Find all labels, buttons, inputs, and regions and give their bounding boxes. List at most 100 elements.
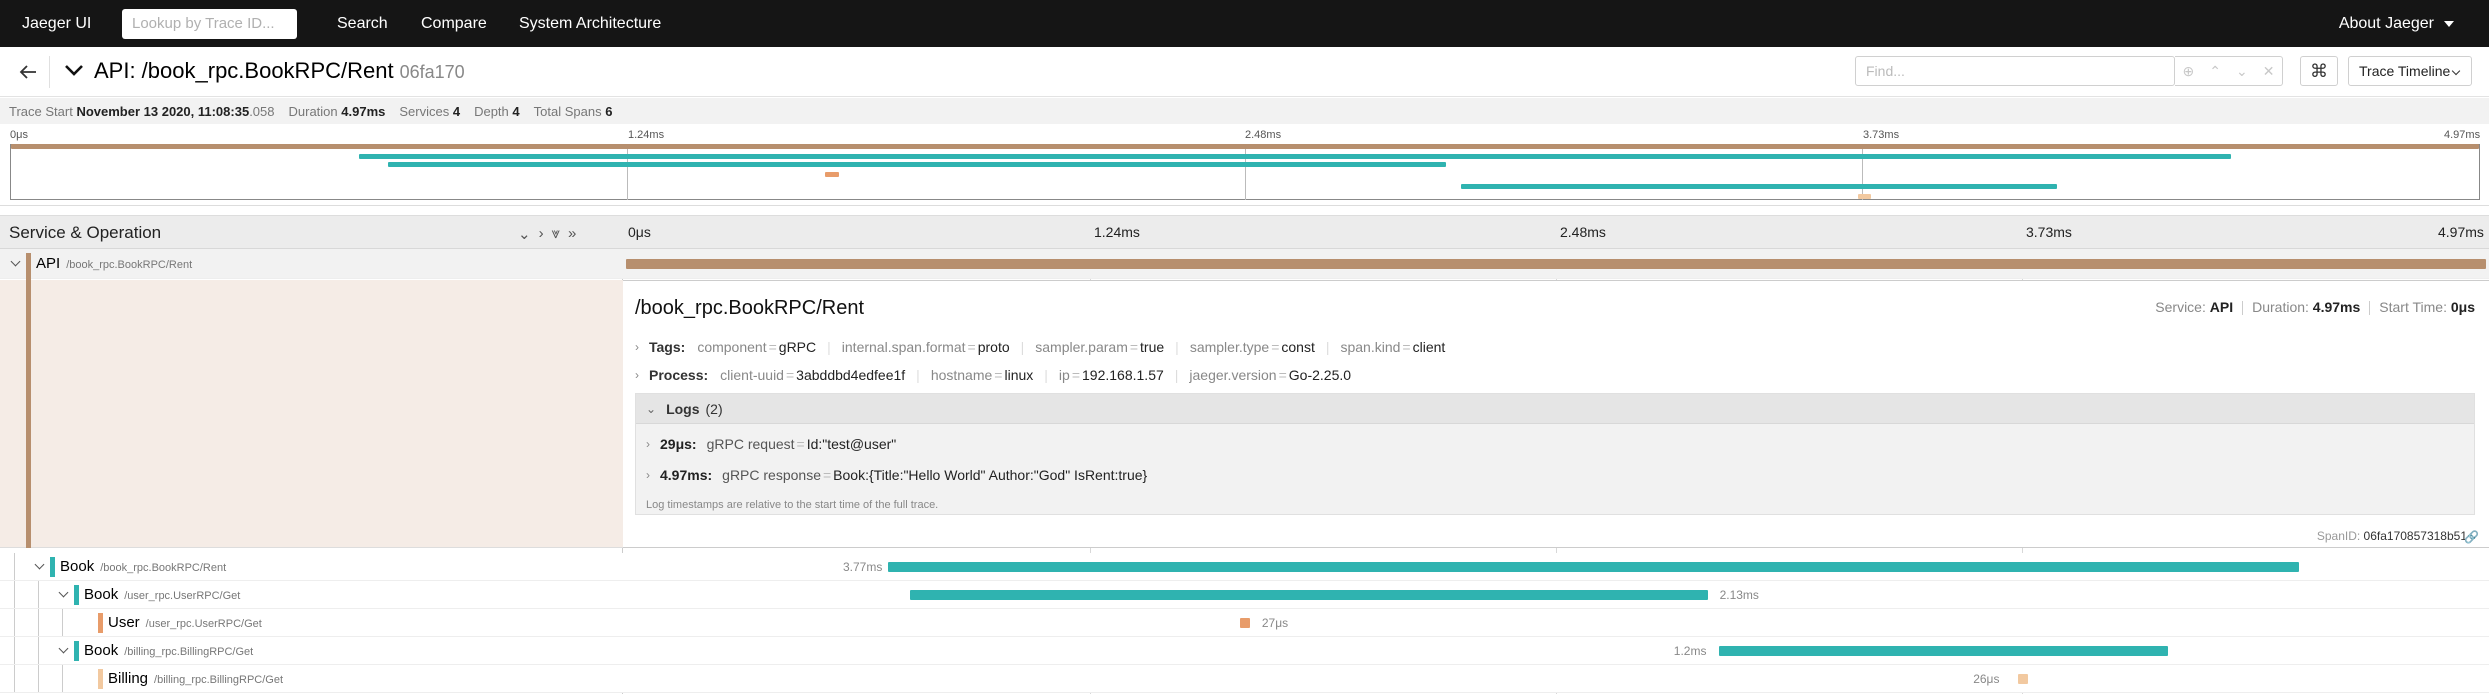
collapse-one-icon[interactable]: ⌄ bbox=[518, 225, 531, 243]
collapse-all-icon[interactable]: ⩔ bbox=[552, 225, 560, 243]
span-label[interactable]: Book/book_rpc.BookRPC/Rent bbox=[60, 558, 226, 576]
kv-equals: = bbox=[967, 339, 976, 355]
chevron-right-icon: › bbox=[635, 368, 639, 382]
depth-value: 4 bbox=[512, 103, 520, 119]
span-duration-label: 3.77ms bbox=[842, 560, 883, 574]
timeline-tick: 4.97ms bbox=[2438, 224, 2484, 240]
minimap-gridline bbox=[1245, 144, 1246, 200]
kv-equals: = bbox=[1271, 339, 1280, 355]
trace-id-lookup-input[interactable] bbox=[122, 8, 297, 39]
span-row[interactable]: API/book_rpc.BookRPC/Rent bbox=[0, 249, 2489, 279]
about-jaeger-menu[interactable]: About Jaeger bbox=[2338, 15, 2454, 33]
trace-start-ms: .058 bbox=[249, 103, 275, 119]
logs-header[interactable]: ⌄ Logs (2) bbox=[636, 394, 2474, 424]
span-duration-label: 27μs bbox=[1261, 616, 1289, 630]
span-label[interactable]: Billing/billing_rpc.BillingRPC/Get bbox=[108, 670, 283, 688]
nav-search-link[interactable]: Search bbox=[337, 15, 388, 33]
span-label[interactable]: User/user_rpc.UserRPC/Get bbox=[108, 614, 262, 632]
span-detail-panel: /book_rpc.BookRPC/Rent Service: API Durat… bbox=[623, 280, 2489, 548]
tree-guide bbox=[62, 665, 63, 692]
kv-key: jaeger.version bbox=[1189, 367, 1277, 383]
span-service: API bbox=[36, 255, 61, 272]
span-bar[interactable] bbox=[2018, 674, 2028, 684]
trace-minimap[interactable]: 0μs 1.24ms 2.48ms 3.73ms 4.97ms bbox=[0, 124, 2489, 206]
span-duration-label: 1.2ms bbox=[1673, 644, 1707, 658]
span-row[interactable]: Book/book_rpc.BookRPC/Rent 3.77ms bbox=[0, 553, 2489, 581]
next-match-icon[interactable]: ⌄ bbox=[2236, 63, 2248, 80]
expand-one-icon[interactable]: › bbox=[539, 225, 544, 243]
span-operation: /user_rpc.UserRPC/Get bbox=[145, 618, 262, 630]
kv-equals: = bbox=[994, 367, 1003, 383]
link-icon[interactable]: 🔗 bbox=[2464, 530, 2479, 544]
span-operation: /book_rpc.BookRPC/Rent bbox=[66, 259, 193, 271]
span-operation: /book_rpc.BookRPC/Rent bbox=[100, 562, 227, 574]
process-label: Process: bbox=[649, 367, 709, 383]
back-button[interactable] bbox=[6, 56, 50, 88]
trace-total-spans: Total Spans 6 bbox=[534, 104, 613, 119]
span-row[interactable]: Billing/billing_rpc.BillingRPC/Get 26μs bbox=[0, 665, 2489, 693]
chevron-down-icon[interactable] bbox=[34, 559, 45, 570]
expand-all-icon[interactable]: » bbox=[568, 225, 576, 243]
span-label[interactable]: API/book_rpc.BookRPC/Rent bbox=[36, 255, 192, 273]
view-mode-dropdown[interactable]: Trace Timeline bbox=[2348, 56, 2472, 86]
nav-compare-link[interactable]: Compare bbox=[421, 15, 487, 33]
prev-match-icon[interactable]: ⌃ bbox=[2209, 63, 2221, 80]
kv-value: 3abddbd4edfee1f bbox=[796, 367, 906, 383]
minimap-tick: 0μs bbox=[10, 129, 28, 141]
nav-system-architecture-link[interactable]: System Architecture bbox=[519, 15, 661, 33]
locate-icon[interactable]: ⊕ bbox=[2183, 63, 2195, 80]
span-bar[interactable] bbox=[1239, 618, 1250, 628]
span-label[interactable]: Book/user_rpc.UserRPC/Get bbox=[84, 586, 240, 604]
span-bar[interactable] bbox=[1718, 646, 2168, 656]
total-spans-value: 6 bbox=[605, 103, 613, 119]
span-bar[interactable] bbox=[887, 562, 2299, 572]
trace-start: Trace Start November 13 2020, 11:08:35.0… bbox=[9, 104, 275, 119]
minimap-span-bar bbox=[358, 154, 2231, 159]
kv-key: sampler.param bbox=[1035, 339, 1128, 355]
trace-id-short: 06fa170 bbox=[399, 62, 465, 82]
find-in-trace-input[interactable] bbox=[1855, 56, 2175, 86]
tags-section[interactable]: › Tags: component = gRPC | internal.span.for… bbox=[635, 339, 1445, 355]
brand-logo[interactable]: Jaeger UI bbox=[22, 15, 122, 33]
trace-summary-bar: Trace Start November 13 2020, 11:08:35.0… bbox=[0, 98, 2489, 124]
span-row[interactable]: Book/user_rpc.UserRPC/Get 2.13ms bbox=[0, 581, 2489, 609]
arrow-left-icon bbox=[19, 65, 36, 79]
kv-separator: | bbox=[1044, 367, 1048, 383]
minimap-tick: 4.97ms bbox=[2444, 129, 2481, 141]
kv-key: span.kind bbox=[1340, 339, 1401, 355]
chevron-down-icon: ⌄ bbox=[646, 401, 657, 416]
trace-title: API: /book_rpc.BookRPC/Rent 06fa170 bbox=[94, 58, 465, 84]
span-id-label: SpanID: bbox=[2316, 529, 2361, 543]
log-entry[interactable]: › 29μs: gRPC request = Id:"test@user" bbox=[646, 436, 896, 452]
expand-collapse-controls: ⌄ › ⩔ » bbox=[518, 225, 576, 243]
collapse-trace-chevron-icon[interactable] bbox=[64, 59, 84, 81]
log-key: gRPC request bbox=[706, 436, 795, 452]
span-service: User bbox=[108, 614, 140, 631]
total-spans-label: Total Spans bbox=[533, 103, 602, 119]
minimap-span-bar bbox=[388, 162, 1447, 167]
log-value: Book:{Title:"Hello World" Author:"God" I… bbox=[833, 467, 1148, 483]
tree-guide bbox=[62, 609, 63, 636]
command-key-icon: ⌘ bbox=[2310, 60, 2328, 81]
span-row[interactable]: Book/billing_rpc.BillingRPC/Get 1.2ms bbox=[0, 637, 2489, 665]
log-entry[interactable]: › 4.97ms: gRPC response = Book:{Title:"Hel… bbox=[646, 467, 1147, 483]
chevron-down-icon bbox=[2451, 66, 2461, 76]
chevron-down-icon[interactable] bbox=[58, 587, 69, 598]
span-bar[interactable] bbox=[626, 259, 2486, 269]
span-row[interactable]: User/user_rpc.UserRPC/Get 27μs bbox=[0, 609, 2489, 637]
chevron-down-icon[interactable] bbox=[10, 256, 21, 267]
kv-equals: = bbox=[1129, 339, 1139, 355]
span-operation: /billing_rpc.BillingRPC/Get bbox=[124, 646, 254, 658]
tree-guide bbox=[38, 665, 39, 692]
about-jaeger-label: About Jaeger bbox=[2338, 15, 2434, 32]
keyboard-shortcuts-button[interactable]: ⌘ bbox=[2300, 56, 2338, 86]
services-label: Services bbox=[399, 103, 450, 119]
service-color-marker bbox=[98, 669, 103, 689]
chevron-right-icon: › bbox=[646, 468, 650, 482]
detail-start: 0μs bbox=[2450, 299, 2475, 315]
span-label[interactable]: Book/billing_rpc.BillingRPC/Get bbox=[84, 642, 253, 660]
span-bar[interactable] bbox=[910, 590, 1708, 600]
chevron-down-icon[interactable] bbox=[58, 643, 69, 654]
clear-search-icon[interactable]: ✕ bbox=[2263, 63, 2275, 80]
process-section[interactable]: › Process: client-uuid = 3abddbd4edfee1f | h… bbox=[635, 367, 1351, 383]
